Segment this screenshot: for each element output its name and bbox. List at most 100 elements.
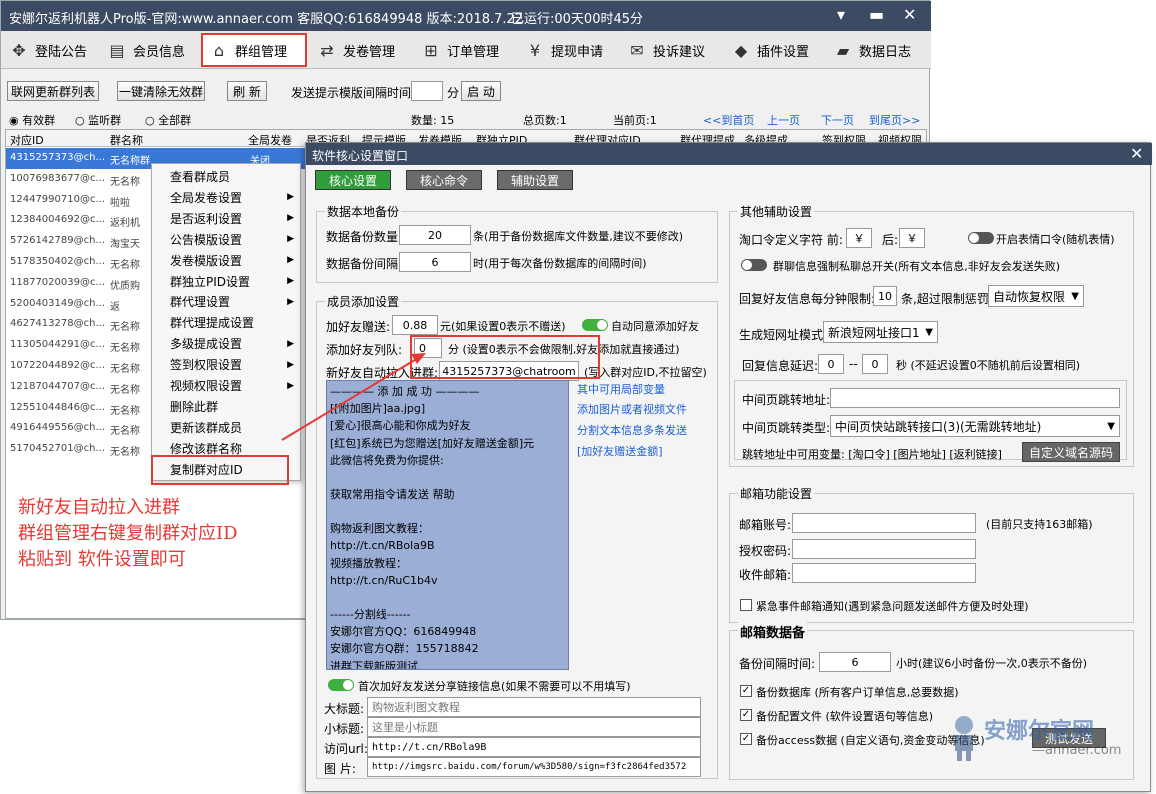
auto-accept-toggle[interactable]	[582, 319, 608, 331]
message-line: [爱心]很高心能和你成为好友	[330, 419, 471, 433]
annotation-line: 群组管理右键复制群对应ID	[18, 523, 238, 544]
context-menu-item[interactable]: 查看群成员	[152, 166, 302, 187]
side-link[interactable]: 分割文本信息多条发送	[577, 422, 687, 438]
side-link[interactable]: 添加图片或者视频文件	[577, 401, 687, 417]
refresh-group-list-button[interactable]: 联网更新群列表	[7, 81, 99, 101]
gift-input[interactable]: 0.88	[392, 315, 438, 335]
reply-limit-input[interactable]: 10	[873, 286, 897, 306]
next-page-link[interactable]: 下一页	[821, 112, 854, 128]
mail-account-input[interactable]	[792, 513, 976, 533]
nav-withdraw[interactable]: ¥ 提现申请	[519, 35, 609, 65]
title-bar: 安娜尔返利机器人Pro版-官网:www.annaer.com 客服QQ:6168…	[1, 1, 931, 31]
context-menu-item[interactable]: 群独立PID设置 ▶	[152, 271, 302, 292]
prev-page-link[interactable]: 上一页	[767, 112, 800, 128]
mail-account-label: 邮箱账号:	[739, 518, 792, 532]
filter-all[interactable]: ○ 全部群	[145, 112, 191, 128]
column-header[interactable]: 对应ID	[10, 132, 44, 148]
big-title-label: 大标题:	[324, 702, 365, 716]
welcome-message-editor[interactable]: ———— 添 加 成 功 ———— [[附加图片]aa.jpg] [爱心]很高心能和…	[326, 380, 569, 670]
share-toggle[interactable]	[328, 679, 354, 691]
row-name: 无名称群	[110, 156, 150, 167]
first-page-link[interactable]: <<到首页	[703, 112, 754, 128]
small-title-input[interactable]: 这里是小标题	[367, 717, 701, 737]
tao-before-input[interactable]: ￥	[846, 228, 872, 248]
column-header[interactable]: 群名称	[110, 132, 143, 148]
nav-member-info[interactable]: ▤ 会员信息	[101, 35, 191, 65]
dropdown-icon[interactable]: ▾	[837, 5, 845, 24]
nav-coupon-manage[interactable]: ⇄ 发卷管理	[311, 35, 401, 65]
nav-group-manage[interactable]: ⌂ 群组管理	[201, 33, 307, 67]
delay-from-input[interactable]: 0	[818, 354, 844, 374]
context-menu-item[interactable]: 视频权限设置 ▶	[152, 375, 302, 396]
pic-input[interactable]: http://imgsrc.baidu.com/forum/w%3D580/si…	[367, 757, 701, 777]
context-menu-item[interactable]: 删除此群	[152, 396, 302, 417]
message-line: ———— 添 加 成 功 ————	[330, 385, 480, 398]
clear-invalid-button[interactable]: 一键清除无效群	[117, 81, 205, 101]
mid-type-label: 中间页跳转类型:	[742, 421, 831, 435]
backup-count-input[interactable]: 20	[399, 225, 471, 245]
nav-plugin-settings[interactable]: ◆ 插件设置	[725, 35, 815, 65]
url-input[interactable]: http://t.cn/RBola9B	[367, 737, 701, 757]
last-page-link[interactable]: 到尾页>>	[869, 112, 920, 128]
mail-auth-input[interactable]	[792, 539, 976, 559]
row-id: 5178350402@ch...	[10, 256, 105, 267]
mail-backup-interval-input[interactable]: 6	[819, 652, 891, 672]
home-icon: ⌂	[213, 40, 225, 60]
side-link[interactable]: [加好友赠送金额]	[577, 443, 663, 459]
context-menu-item[interactable]: 群代理设置 ▶	[152, 291, 302, 312]
refresh-button[interactable]: 刷 新	[227, 81, 267, 101]
column-header[interactable]: 全局发卷	[248, 132, 292, 148]
backup-access-checkbox[interactable]: ✓	[740, 733, 752, 745]
context-menu-item[interactable]: 更新该群成员	[152, 417, 302, 438]
context-menu-item[interactable]: 公告模版设置 ▶	[152, 229, 302, 250]
private-toggle[interactable]	[741, 259, 767, 271]
backup-db-label: 备份数据库 (所有客户订单信息,总要数据)	[756, 686, 959, 699]
filter-valid[interactable]: ◉ 有效群	[9, 112, 55, 128]
delay-to-input[interactable]: 0	[862, 354, 888, 374]
delay-separator: --	[849, 357, 858, 371]
backup-interval-input[interactable]: 6	[399, 252, 471, 272]
row-name: 无名称	[110, 426, 140, 438]
context-menu-item[interactable]: 发卷模版设置 ▶	[152, 250, 302, 271]
tab-core-commands[interactable]: 核心命令	[406, 170, 482, 190]
big-title-input[interactable]: 购物返利图文教程	[367, 697, 701, 717]
mail-backup-interval-label: 备份间隔时间:	[739, 657, 816, 671]
row-id: 12384004692@c...	[10, 214, 106, 226]
nav-complaint[interactable]: ✉ 投诉建议	[621, 35, 711, 65]
context-menu-item[interactable]: 群代理提成设置	[152, 312, 302, 333]
context-menu-item[interactable]: 是否返利设置 ▶	[152, 208, 302, 229]
start-button[interactable]: 启 动	[461, 81, 501, 101]
nav-login-notice[interactable]: ✥ 登陆公告	[3, 35, 93, 65]
filter-listen[interactable]: ○ 监听群	[75, 112, 121, 128]
tab-core-settings[interactable]: 核心设置	[315, 170, 391, 190]
context-menu-item[interactable]: 签到权限设置 ▶	[152, 354, 302, 375]
context-menu-item[interactable]: 全局发卷设置 ▶	[152, 187, 302, 208]
message-line: 购物返利图文教程：	[330, 522, 429, 536]
custom-domain-button[interactable]: 自定义域名源码	[1022, 442, 1120, 462]
interval-input[interactable]	[411, 81, 443, 101]
short-url-select[interactable]: 新浪短网址接口1 ▼	[823, 321, 938, 343]
message-line: 此微信将免费为你提供:	[330, 453, 444, 467]
emoji-toggle[interactable]	[968, 232, 994, 244]
reply-penalty-select[interactable]: 自动恢复权限 ▼	[988, 285, 1084, 307]
minimize-icon[interactable]: ▬	[869, 5, 884, 24]
autopull-hint: (写入群对应ID,不拉留空)	[584, 366, 707, 379]
chevron-right-icon: ▶	[287, 276, 294, 286]
tab-aux-settings[interactable]: 辅助设置	[497, 170, 573, 190]
mail-recv-input[interactable]	[792, 563, 976, 583]
row-name: 优质购	[110, 280, 140, 292]
close-icon[interactable]: ✕	[903, 5, 916, 24]
message-line: [[附加图片]aa.jpg]	[330, 402, 426, 416]
context-menu-item[interactable]: 多级提成设置 ▶	[152, 333, 302, 354]
backup-config-checkbox[interactable]: ✓	[740, 709, 752, 721]
mid-type-select[interactable]: 中间页快站跳转接口(3)(无需跳转地址) ▼	[830, 415, 1120, 437]
nav-order-manage[interactable]: ⊞ 订单管理	[415, 35, 505, 65]
urgent-checkbox[interactable]	[740, 599, 752, 611]
row-name: 淘宝天	[110, 239, 140, 251]
tao-after-input[interactable]: ￥	[899, 228, 925, 248]
side-link[interactable]: 其中可用局部变量	[577, 381, 665, 397]
close-icon[interactable]: ✕	[1130, 144, 1143, 163]
backup-db-checkbox[interactable]: ✓	[740, 685, 752, 697]
mid-url-input[interactable]	[830, 388, 1120, 408]
nav-data-log[interactable]: ▰ 数据日志	[827, 35, 917, 65]
